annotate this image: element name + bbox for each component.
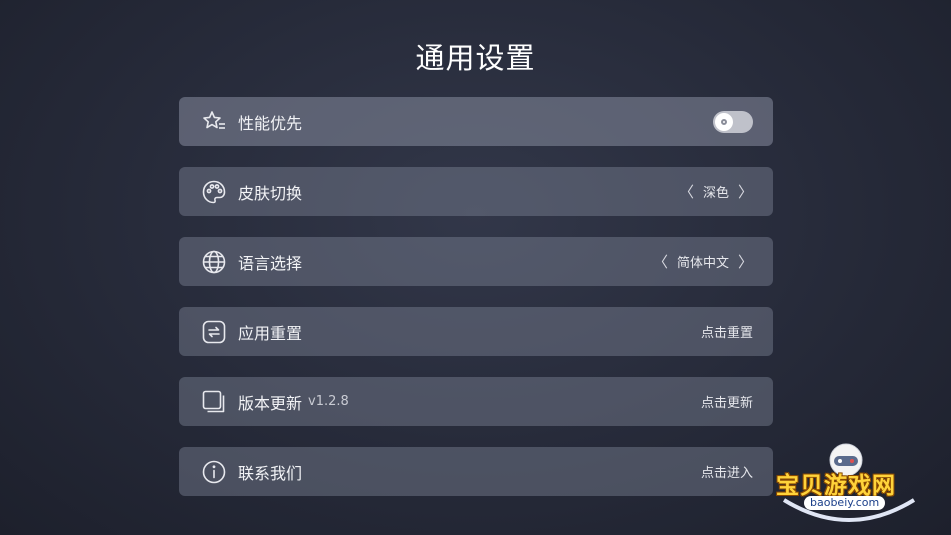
toggle-knob: [715, 112, 733, 131]
setting-performance[interactable]: 性能优先: [179, 97, 773, 146]
setting-update-label: 版本更新: [238, 393, 303, 413]
page-title: 通用设置: [415, 41, 536, 75]
language-value: 简体中文: [676, 256, 729, 271]
performance-toggle[interactable]: [713, 110, 753, 133]
setting-language[interactable]: 语言选择 〈 简体中文 〉: [179, 237, 773, 286]
language-prev-chevron[interactable]: 〈: [644, 251, 677, 272]
info-icon: [200, 458, 228, 486]
contact-action[interactable]: 点击进入: [701, 462, 753, 481]
palette-icon: [200, 178, 228, 206]
globe-icon: [200, 248, 228, 276]
watermark-url: baobeiy.com: [804, 496, 886, 510]
reset-action[interactable]: 点击重置: [701, 322, 753, 341]
star-list-icon: [200, 108, 228, 136]
setting-reset-label: 应用重置: [238, 323, 303, 343]
setting-reset[interactable]: 应用重置 点击重置: [179, 307, 773, 356]
setting-contact[interactable]: 联系我们 点击进入: [179, 447, 773, 496]
setting-performance-label: 性能优先: [238, 113, 303, 133]
setting-skin[interactable]: 皮肤切换 〈 深色 〉: [179, 167, 773, 216]
update-action[interactable]: 点击更新: [701, 392, 753, 411]
language-next-chevron[interactable]: 〉: [729, 251, 753, 272]
refresh-icon: [200, 318, 228, 346]
skin-value: 深色: [702, 186, 729, 201]
skin-prev-chevron[interactable]: 〈: [670, 181, 703, 202]
watermark-logo: 宝贝游戏网 baobeiy.com: [774, 440, 924, 530]
setting-language-label: 语言选择: [238, 253, 303, 273]
setting-skin-label: 皮肤切换: [238, 183, 303, 203]
setting-update[interactable]: 版本更新 v1.2.8 点击更新: [179, 377, 773, 426]
skin-next-chevron[interactable]: 〉: [729, 181, 753, 202]
version-number: v1.2.8: [308, 394, 349, 409]
setting-contact-label: 联系我们: [238, 463, 303, 483]
watermark-text: 宝贝游戏网: [776, 473, 896, 499]
copy-icon: [200, 388, 228, 416]
